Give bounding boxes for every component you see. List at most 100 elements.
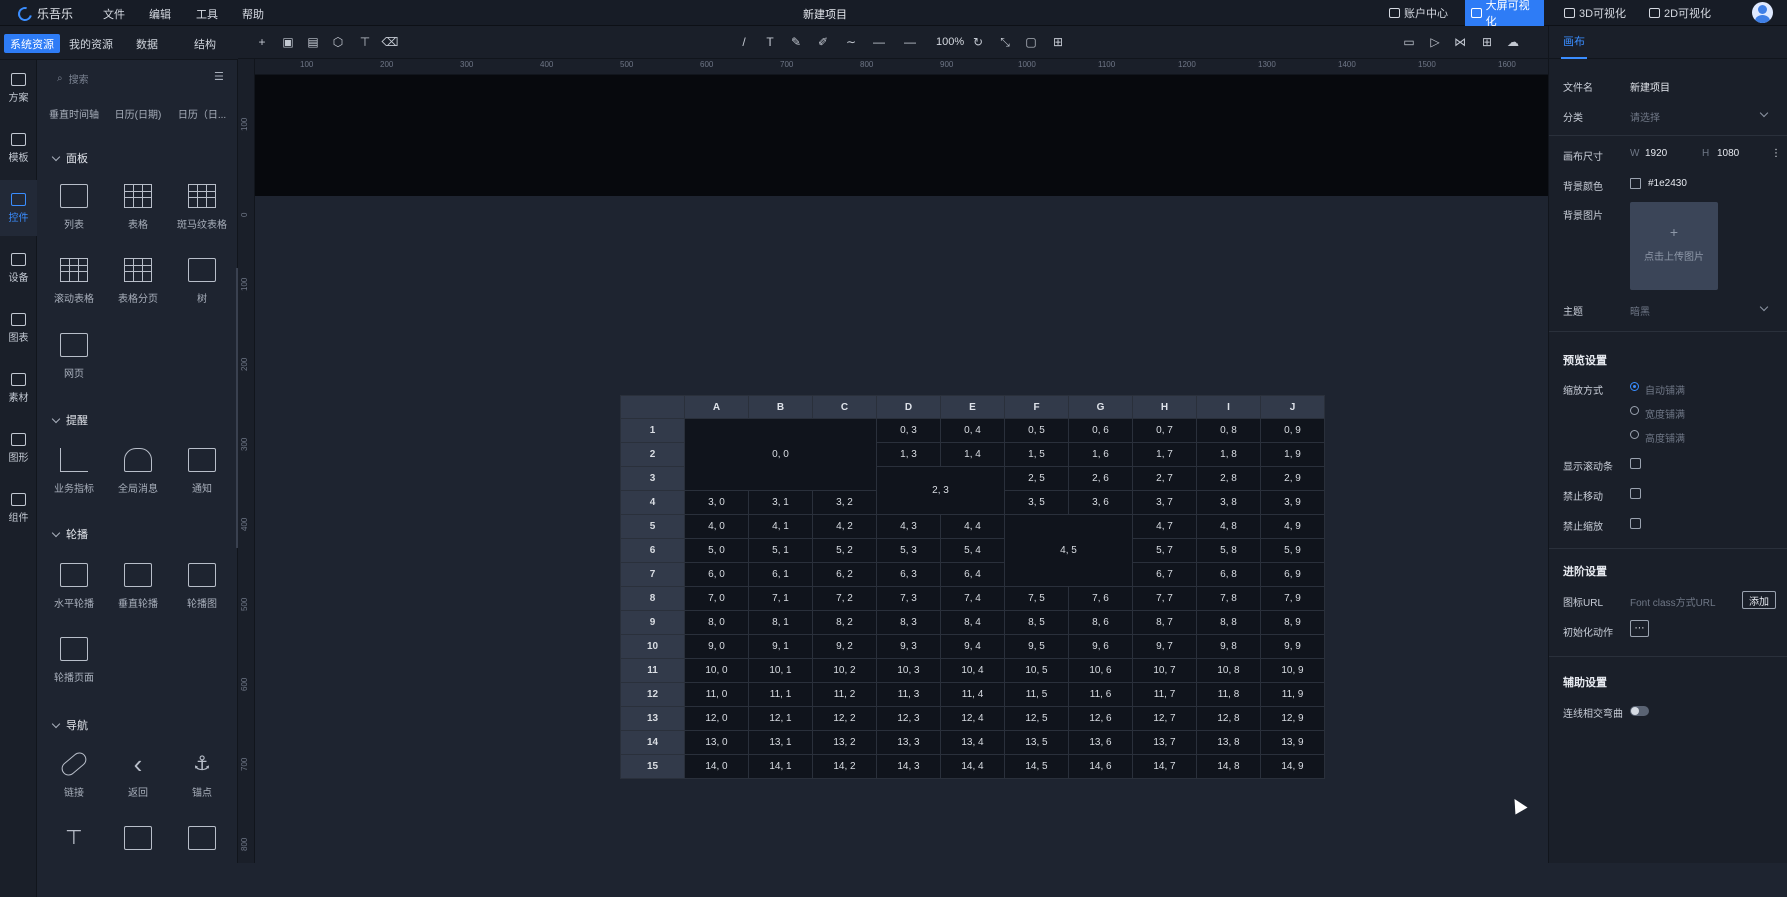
table-cell[interactable]: 7, 3 — [876, 586, 941, 611]
table-cell[interactable]: 9, 7 — [1132, 634, 1197, 659]
table-cell[interactable]: 1, 9 — [1260, 442, 1325, 467]
add-icon[interactable]: + — [255, 35, 269, 49]
table-cell[interactable]: 0, 5 — [1004, 418, 1069, 443]
table-cell[interactable]: 9, 6 — [1068, 634, 1133, 659]
table-cell[interactable]: 8, 5 — [1004, 610, 1069, 635]
table-cell[interactable]: 13, 6 — [1068, 730, 1133, 755]
table-cell[interactable]: 7, 8 — [1196, 586, 1261, 611]
table-cell[interactable]: 0, 4 — [940, 418, 1005, 443]
component-image-carousel[interactable]: 轮播图 — [170, 563, 234, 610]
rail-template[interactable]: 模板 — [0, 120, 37, 176]
table-cell[interactable]: 4, 4 — [940, 514, 1005, 539]
table-cell[interactable]: 3, 0 — [684, 490, 749, 515]
table-cell[interactable]: 1, 5 — [1004, 442, 1069, 467]
table-cell[interactable]: 14, 2 — [812, 754, 877, 779]
scale-width-radio[interactable] — [1630, 406, 1639, 415]
table-cell[interactable]: 1, 6 — [1068, 442, 1133, 467]
table-cell[interactable]: 11, 6 — [1068, 682, 1133, 707]
table-cell[interactable]: 12, 5 — [1004, 706, 1069, 731]
table-cell[interactable]: 3, 5 — [1004, 490, 1069, 515]
zoom-level[interactable]: 100% — [936, 36, 964, 48]
table-cell[interactable]: 10, 8 — [1196, 658, 1261, 683]
component-item[interactable] — [170, 826, 234, 858]
table-cell[interactable]: 10, 7 — [1132, 658, 1197, 683]
table-cell[interactable]: 8, 2 — [812, 610, 877, 635]
table-cell[interactable]: 13, 1 — [748, 730, 813, 755]
rail-devices[interactable]: 设备 — [0, 240, 37, 296]
select-icon[interactable]: ▢ — [1024, 35, 1038, 49]
table-cell[interactable]: 13, 2 — [812, 730, 877, 755]
qrcode-icon[interactable]: ⊞ — [1480, 35, 1494, 49]
table-cell[interactable]: 5, 3 — [876, 538, 941, 563]
table-cell[interactable]: 8, 4 — [940, 610, 1005, 635]
add-icon-url-button[interactable]: 添加 — [1742, 591, 1776, 609]
format-painter-icon[interactable]: ⊤ — [358, 35, 372, 49]
table-cell[interactable]: 6, 3 — [876, 562, 941, 587]
table-cell[interactable]: 8, 3 — [876, 610, 941, 635]
cube-icon[interactable]: ⬡ — [331, 35, 345, 49]
table-cell[interactable]: 0, 3 — [876, 418, 941, 443]
text-icon[interactable]: T — [763, 35, 777, 49]
table-cell[interactable]: 5, 8 — [1196, 538, 1261, 563]
scale-height-radio[interactable] — [1630, 430, 1639, 439]
table-cell[interactable]: 9, 5 — [1004, 634, 1069, 659]
component-list[interactable]: 列表 — [42, 184, 106, 231]
table-cell[interactable]: 5, 2 — [812, 538, 877, 563]
component-back[interactable]: ‹ 返回 — [106, 751, 170, 799]
pencil-icon[interactable]: ✐ — [816, 35, 830, 49]
table-cell[interactable]: 8, 0 — [684, 610, 749, 635]
table-cell[interactable]: 5, 1 — [748, 538, 813, 563]
table-cell[interactable]: 7, 7 — [1132, 586, 1197, 611]
table-cell[interactable]: 10, 3 — [876, 658, 941, 683]
table-cell[interactable]: 0, 7 — [1132, 418, 1197, 443]
table-cell[interactable]: 9, 3 — [876, 634, 941, 659]
table-cell[interactable]: 9, 1 — [748, 634, 813, 659]
table-cell[interactable]: 11, 3 — [876, 682, 941, 707]
table-cell[interactable]: 13, 8 — [1196, 730, 1261, 755]
line-icon[interactable]: / — [737, 35, 751, 49]
table-cell[interactable]: 14, 7 — [1132, 754, 1197, 779]
table-cell[interactable]: 7, 2 — [812, 586, 877, 611]
table-cell[interactable]: 3, 9 — [1260, 490, 1325, 515]
table-cell[interactable]: 3, 1 — [748, 490, 813, 515]
component-zebra-table[interactable]: 斑马纹表格 — [170, 184, 234, 231]
component-anchor[interactable]: ⚓ 锚点 — [170, 752, 234, 799]
table-cell[interactable]: 2, 6 — [1068, 466, 1133, 491]
table-cell[interactable]: 3, 8 — [1196, 490, 1261, 515]
eraser-icon[interactable]: ⌫ — [382, 35, 399, 49]
table-cell-merged[interactable]: 4, 5 — [1004, 514, 1133, 587]
document-icon[interactable]: ▤ — [306, 35, 320, 49]
more-icon[interactable]: ⋮ — [1771, 148, 1781, 159]
cloud-icon[interactable]: ☁ — [1506, 35, 1520, 49]
theme-select[interactable]: 暗黑 — [1630, 303, 1650, 318]
table-cell[interactable]: 2, 5 — [1004, 466, 1069, 491]
rail-shapes[interactable]: 图形 — [0, 420, 37, 476]
table-cell[interactable]: 7, 1 — [748, 586, 813, 611]
table-cell[interactable]: 9, 4 — [940, 634, 1005, 659]
rail-components[interactable]: 组件 — [0, 480, 37, 536]
table-cell[interactable]: 9, 2 — [812, 634, 877, 659]
component-table[interactable]: 表格 — [106, 184, 170, 231]
table-cell[interactable]: 14, 3 — [876, 754, 941, 779]
rail-plan[interactable]: 方案 — [0, 60, 37, 116]
tab-my-resources[interactable]: 我的资源 — [63, 34, 119, 53]
component-h-carousel[interactable]: 水平轮播 — [42, 563, 106, 610]
component-item[interactable]: ⊤ — [42, 826, 106, 858]
table-cell[interactable]: 0, 6 — [1068, 418, 1133, 443]
table-cell[interactable]: 7, 4 — [940, 586, 1005, 611]
scale-option[interactable]: 宽度铺满 — [1645, 406, 1685, 421]
data-table-widget[interactable]: A B C D E F G H I J 1 0, 0 0, 3 0, 4 0, 5 0, 6 0, 7 0, 80… — [620, 395, 1325, 779]
table-cell[interactable]: 12, 4 — [940, 706, 1005, 731]
table-cell[interactable]: 4, 3 — [876, 514, 941, 539]
scale-option[interactable]: 高度铺满 — [1645, 430, 1685, 445]
table-cell[interactable]: 11, 9 — [1260, 682, 1325, 707]
table-cell[interactable]: 9, 8 — [1196, 634, 1261, 659]
init-action-button[interactable]: ⋯ — [1630, 620, 1649, 637]
table-cell[interactable]: 4, 2 — [812, 514, 877, 539]
canvas-stage[interactable]: A B C D E F G H I J 1 0, 0 0, 3 0, 4 0, 5 0, 6 0, 7 0, 80… — [255, 75, 1548, 863]
tab-structure[interactable]: 结构 — [188, 34, 222, 53]
table-cell[interactable]: 11, 1 — [748, 682, 813, 707]
bg-image-upload[interactable]: + 点击上传图片 — [1630, 202, 1718, 290]
tab-data[interactable]: 数据 — [130, 34, 164, 53]
section-navigation[interactable]: 导航 — [51, 717, 88, 733]
